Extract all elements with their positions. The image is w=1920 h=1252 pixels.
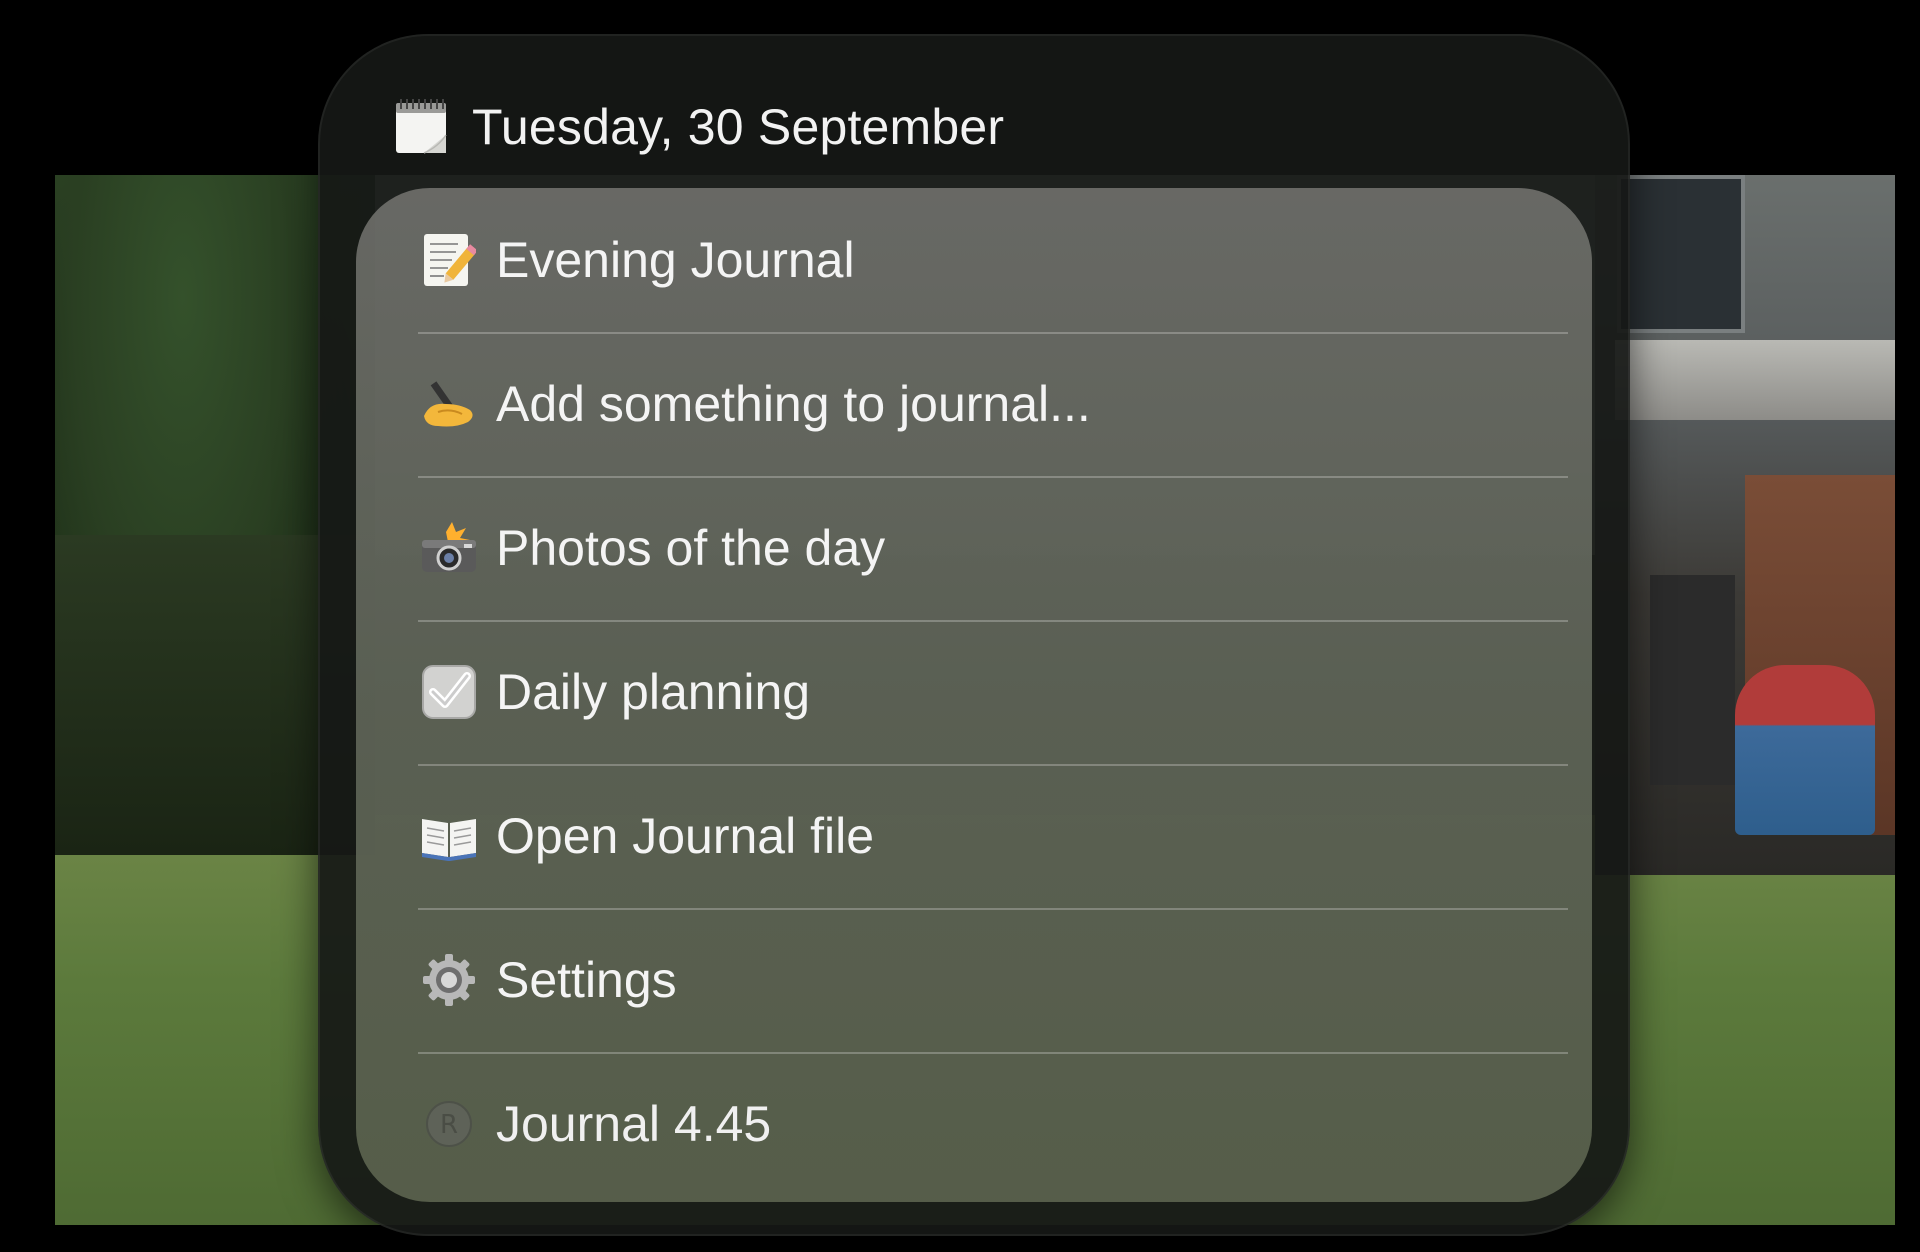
menu-item-label: Open Journal file — [496, 808, 875, 864]
menu-header: Tuesday, 30 September — [394, 92, 1004, 162]
menu-item-version: R Journal 4.45 — [356, 1052, 1592, 1196]
menu-item-evening-journal[interactable]: Evening Journal — [356, 188, 1592, 332]
date-title: Tuesday, 30 September — [472, 99, 1005, 155]
background-window — [1617, 175, 1745, 333]
menu-item-label: Evening Journal — [496, 232, 855, 288]
background-playhouse — [1735, 665, 1875, 835]
menu-item-label: Photos of the day — [496, 520, 886, 576]
gear-icon — [420, 951, 478, 1009]
menu-item-settings[interactable]: Settings — [356, 908, 1592, 1052]
calendar-icon — [394, 97, 450, 157]
menu-item-label: Add something to journal... — [496, 376, 1091, 432]
check-box-icon — [420, 663, 478, 721]
menu-item-open-journal-file[interactable]: Open Journal file — [356, 764, 1592, 908]
writing-hand-icon — [420, 375, 478, 433]
menu-item-daily-planning[interactable]: Daily planning — [356, 620, 1592, 764]
menu-item-label: Settings — [496, 952, 677, 1008]
background-roof — [1615, 340, 1895, 420]
memo-icon — [420, 231, 478, 289]
menu-list: Evening Journal Add something to journal… — [356, 188, 1592, 1196]
menu-item-photos-of-the-day[interactable]: Photos of the day — [356, 476, 1592, 620]
journal-menu-panel: Tuesday, 30 September Evening Journal Ad… — [318, 34, 1630, 1236]
menu-item-add-to-journal[interactable]: Add something to journal... — [356, 332, 1592, 476]
open-book-icon — [420, 807, 478, 865]
registered-icon: R — [420, 1095, 478, 1153]
screen: Tuesday, 30 September Evening Journal Ad… — [0, 0, 1920, 1252]
camera-flash-icon — [420, 519, 478, 577]
background-bin — [1650, 575, 1735, 785]
svg-text:R: R — [440, 1110, 458, 1140]
menu-item-label: Daily planning — [496, 664, 811, 720]
menu-item-label: Journal 4.45 — [496, 1096, 772, 1152]
menu-card: Evening Journal Add something to journal… — [356, 188, 1592, 1202]
